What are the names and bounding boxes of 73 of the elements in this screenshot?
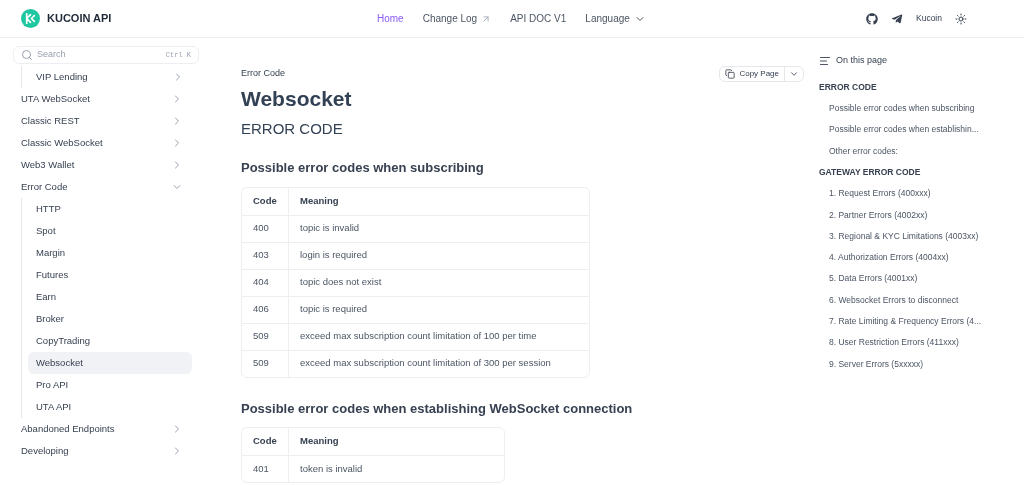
toc-title: On this page	[836, 54, 888, 67]
sidebar-subitem[interactable]: Pro API	[28, 374, 192, 396]
table-cell: topic does not exist	[289, 268, 589, 296]
github-icon[interactable]	[866, 12, 878, 25]
list-icon	[819, 54, 831, 67]
toc-link[interactable]: Possible error codes when subscribing	[829, 102, 975, 115]
copy-page-button[interactable]: Copy Page	[720, 68, 784, 80]
toc-link[interactable]: 8. User Restriction Errors (411xxx)	[829, 336, 959, 350]
sidebar-subitem[interactable]: UTA API	[28, 396, 192, 418]
account-link[interactable]: Kucoin	[916, 12, 942, 25]
sidebar-subitem[interactable]: Futures	[28, 264, 192, 286]
sidebar-item[interactable]: UTA WebSocket	[0, 88, 205, 110]
breadcrumb: Error Code	[241, 67, 285, 81]
sidebar-subitem[interactable]: CopyTrading	[28, 330, 192, 352]
sidebar-subitem[interactable]: VIP Lending	[28, 66, 192, 88]
section-title: ERROR CODE	[241, 119, 344, 139]
chevron-down-icon[interactable]	[789, 69, 799, 79]
nav-link[interactable]: API DOC V1	[510, 11, 567, 26]
table-cell: token is invalid	[289, 455, 504, 482]
logo-text: KUCOIN API	[47, 11, 112, 27]
sidebar-item[interactable]: Abandoned Endpoints	[0, 418, 205, 440]
toc-link[interactable]: 2. Partner Errors (4002xx)	[829, 208, 928, 222]
table-cell: login is required	[289, 241, 589, 269]
table-cell: 403	[242, 241, 289, 269]
toc-link[interactable]: 9. Server Errors (5xxxxx)	[829, 357, 923, 371]
toc-link[interactable]: Possible error codes when establishin...	[829, 123, 979, 137]
table-cell: 406	[242, 295, 289, 323]
table-cell: topic is invalid	[289, 214, 589, 242]
table-cell: exceed max subscription count limitation of 100 per time	[289, 322, 589, 350]
sidebar-item[interactable]: Classic WebSocket	[0, 132, 205, 154]
table-cell: 400	[242, 214, 289, 242]
logo-icon	[21, 9, 40, 28]
toc-heading[interactable]: GATEWAY ERROR CODE	[819, 165, 921, 179]
toc-link[interactable]: 3. Regional & KYC Limitations (4003xx)	[829, 229, 979, 243]
sidebar-subitem[interactable]: Websocket	[28, 352, 192, 374]
sidebar-item[interactable]: Classic REST	[0, 110, 205, 132]
table-cell: exceed max subscription count limitation of 300 per session	[289, 349, 589, 377]
sidebar-subitem[interactable]: Earn	[28, 286, 192, 308]
toc-heading[interactable]: ERROR CODE	[819, 80, 877, 94]
toc-link[interactable]: 7. Rate Limiting & Frequency Errors (4...	[829, 315, 982, 328]
column-header: Code	[242, 428, 289, 455]
section-heading: Possible error codes when establishing WebSocket connection	[241, 399, 634, 418]
sidebar-item[interactable]: Web3 Wallet	[0, 154, 205, 176]
search-placeholder: Search	[37, 48, 67, 62]
toc-link[interactable]: 6. Websocket Errors to disconnect	[829, 293, 959, 307]
sidebar-subitem[interactable]: Margin	[28, 242, 192, 264]
sidebar-subitem[interactable]: Broker	[28, 308, 192, 330]
table-cell: topic is required	[289, 295, 589, 323]
sidebar-subitem[interactable]: HTTP	[28, 198, 192, 220]
paper-plane-icon[interactable]	[891, 12, 903, 25]
toc-link[interactable]: Other error codes:	[829, 144, 898, 158]
column-header: Meaning	[299, 434, 340, 449]
column-header: Code	[242, 187, 289, 215]
table-cell: 509	[242, 322, 289, 350]
table-cell: 404	[242, 268, 289, 296]
page-title: Websocket	[241, 86, 353, 112]
column-header: Meaning	[299, 193, 340, 208]
sidebar-item[interactable]: Developing	[0, 440, 205, 462]
nav-link[interactable]: Change Log	[422, 11, 492, 26]
table-cell: 401	[242, 455, 289, 482]
toc-link[interactable]: 1. Request Errors (400xxx)	[829, 187, 931, 200]
table-cell: 509	[242, 349, 289, 377]
nav-link[interactable]: Language	[585, 11, 646, 26]
sidebar-subitem[interactable]: Spot	[28, 220, 192, 242]
nav-link[interactable]: Home	[377, 11, 404, 26]
sidebar-item[interactable]: Error Code	[0, 176, 205, 198]
search-icon	[21, 49, 33, 61]
toc-link[interactable]: 5. Data Errors (4001xx)	[829, 272, 918, 286]
external-link-icon	[481, 13, 492, 24]
copy-page-control[interactable]: Copy Page	[719, 66, 804, 82]
toc-link[interactable]: 4. Authorization Errors (4004xx)	[829, 251, 949, 264]
theme-toggle-icon[interactable]	[955, 12, 967, 25]
section-heading: Possible error codes when subscribing	[241, 159, 485, 177]
